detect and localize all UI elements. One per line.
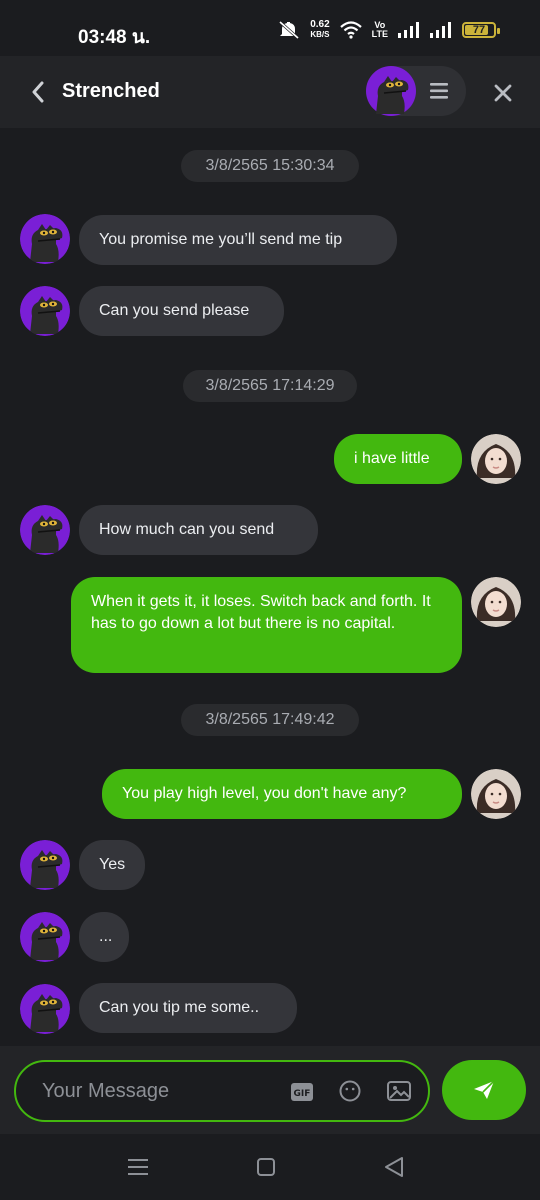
back-nav-icon[interactable] (380, 1154, 410, 1180)
message-input[interactable]: Your Message GIF (14, 1060, 430, 1122)
recent-apps-icon[interactable] (124, 1154, 154, 1180)
gif-label: GIF (294, 1089, 311, 1099)
outgoing-message[interactable]: When it gets it, it loses. Switch back a… (71, 577, 462, 673)
croc-avatar-icon (20, 286, 70, 336)
net-speed-unit: KB/S (310, 30, 330, 39)
croc-avatar-icon (366, 66, 416, 116)
outgoing-message[interactable]: i have little (334, 434, 462, 484)
battery-nub (497, 28, 500, 34)
volte-bottom: LTE (371, 29, 388, 39)
contact-avatar[interactable] (20, 505, 70, 555)
user-photo-icon (471, 434, 521, 484)
emoji-icon[interactable] (338, 1079, 362, 1103)
date-separator: 3/8/2565 17:49:42 (181, 704, 359, 736)
chat-header: Strenched (0, 56, 540, 128)
battery-level: 77 (472, 24, 486, 36)
user-photo-icon (471, 577, 521, 627)
croc-avatar-icon (20, 214, 70, 264)
incoming-message[interactable]: Can you send please (79, 286, 284, 336)
date-separator: 3/8/2565 15:30:34 (181, 150, 359, 182)
status-bar: 03:48 น. 0.62 KB/S Vo LTE 77 (0, 0, 540, 56)
chevron-left-icon (32, 81, 44, 103)
message-list[interactable]: 3/8/2565 15:30:34 You promise me you’ll … (0, 128, 540, 1046)
contact-avatar[interactable] (20, 286, 70, 336)
volte-indicator: Vo LTE (372, 21, 388, 39)
croc-avatar-icon (20, 912, 70, 962)
message-composer: Your Message GIF (0, 1046, 540, 1134)
mute-icon (279, 21, 300, 39)
image-icon[interactable] (386, 1079, 412, 1103)
outgoing-message[interactable]: You play high level, you don't have any? (102, 769, 462, 819)
signal-icon-2 (430, 22, 451, 38)
date-separator: 3/8/2565 17:14:29 (183, 370, 357, 402)
croc-avatar-icon (20, 505, 70, 555)
header-avatar[interactable] (366, 66, 416, 116)
system-nav-bar (0, 1134, 540, 1200)
wifi-icon (339, 21, 362, 39)
net-speed-value: 0.62 (310, 19, 330, 30)
contact-avatar[interactable] (20, 912, 70, 962)
battery-icon: 77 (462, 22, 500, 38)
user-photo-icon (471, 769, 521, 819)
close-icon[interactable] (490, 80, 516, 106)
user-avatar[interactable] (471, 769, 521, 819)
contact-avatar[interactable] (20, 984, 70, 1034)
chat-title: Strenched (62, 80, 160, 102)
incoming-message[interactable]: Yes (79, 840, 145, 890)
header-profile-pill[interactable] (366, 66, 466, 116)
gif-icon[interactable]: GIF (290, 1082, 314, 1102)
signal-icon-1 (398, 22, 419, 38)
back-button[interactable] (26, 78, 50, 106)
status-icons: 0.62 KB/S Vo LTE 77 (278, 20, 500, 40)
send-button[interactable] (442, 1060, 526, 1120)
contact-avatar[interactable] (20, 840, 70, 890)
user-avatar[interactable] (471, 577, 521, 627)
contact-avatar[interactable] (20, 214, 70, 264)
croc-avatar-icon (20, 984, 70, 1034)
send-icon (474, 1080, 495, 1099)
incoming-message[interactable]: You promise me you’ll send me tip (79, 215, 397, 265)
user-avatar[interactable] (471, 434, 521, 484)
menu-icon[interactable] (428, 80, 452, 102)
incoming-message[interactable]: How much can you send (79, 505, 318, 555)
home-icon[interactable] (251, 1154, 281, 1180)
incoming-message[interactable]: ... (79, 912, 129, 962)
message-input-placeholder: Your Message (42, 1080, 170, 1102)
incoming-message[interactable]: Can you tip me some.. (79, 983, 297, 1033)
status-time: 03:48 น. (78, 27, 151, 48)
net-speed: 0.62 KB/S (310, 20, 329, 40)
croc-avatar-icon (20, 840, 70, 890)
